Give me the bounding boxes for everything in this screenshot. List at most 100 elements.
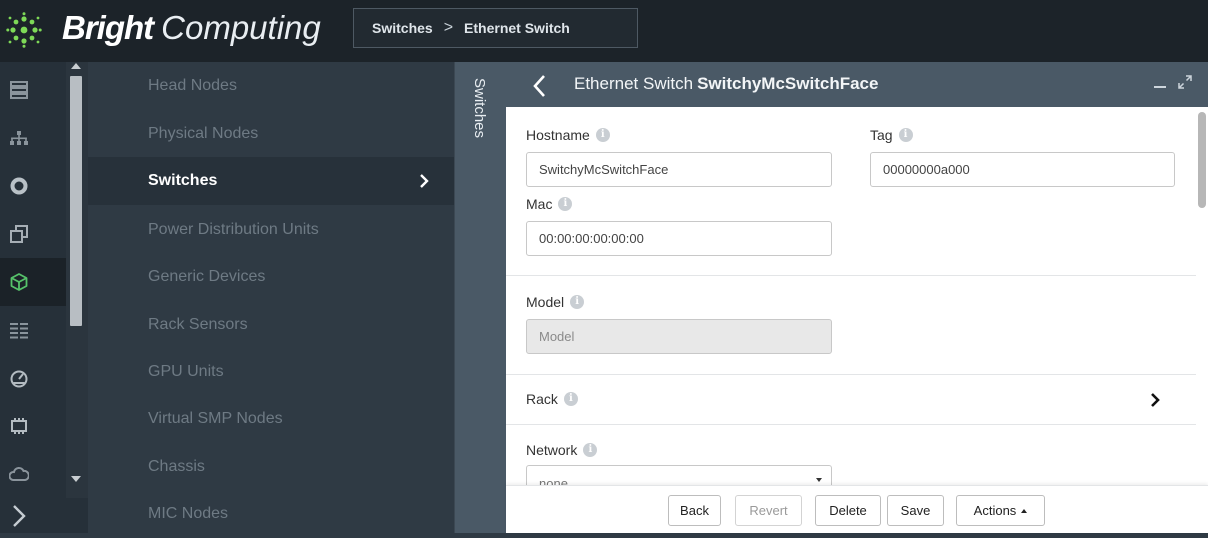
breadcrumb-ethernet-switch[interactable]: Ethernet Switch [464,20,570,36]
menu-item-physical-nodes[interactable]: Physical Nodes [88,110,454,158]
model-field: Model [526,319,832,354]
rail-scrollbar[interactable] [66,62,88,502]
model-placeholder: Model [539,329,575,344]
menu-item-label: Chassis [148,458,205,475]
network-label: Network i [526,442,598,458]
menu-item-switches[interactable]: Switches [88,157,454,205]
chip-icon [11,418,27,434]
mac-value: 00:00:00:00:00:00 [539,231,644,246]
mac-field[interactable]: 00:00:00:00:00:00 [526,221,832,256]
info-icon[interactable]: i [558,197,573,211]
tag-value: 00000000a000 [883,162,970,177]
chevron-right-icon[interactable] [1150,392,1160,408]
section-divider [506,275,1196,276]
panel-title-prefix: Ethernet Switch [574,74,694,93]
vertical-tab-label: Switches [471,78,488,139]
rail-item-monitoring[interactable] [0,354,66,402]
hostname-field[interactable]: SwitchyMcSwitchFace [526,152,832,187]
save-button[interactable]: Save [887,495,944,526]
bright-logo-icon [6,12,42,48]
chevron-right-icon [420,174,429,188]
breadcrumb: Switches > Ethernet Switch [353,8,638,48]
top-bar: Bright Computing Switches > Ethernet Swi… [0,0,1208,62]
info-icon[interactable]: i [570,295,585,309]
info-icon[interactable]: i [595,128,610,142]
menu-item-label: Power Distribution Units [148,221,319,238]
menu-item-label: Virtual SMP Nodes [148,410,283,427]
panel-title: Ethernet Switch SwitchyMcSwitchFace [574,74,878,94]
switches-vertical-tab[interactable]: Switches [454,62,506,533]
rail-item-chip[interactable] [0,402,66,450]
icon-rail [0,62,66,533]
menu-item-label: MIC Nodes [148,505,229,522]
rack-row[interactable]: Rack i [506,375,1196,424]
disc-icon [10,177,28,195]
rail-item-devices[interactable] [0,258,66,306]
delete-button[interactable]: Delete [815,495,881,526]
rail-item-copies[interactable] [0,210,66,258]
info-icon[interactable]: i [898,128,913,142]
rail-scroll-thumb[interactable] [70,76,82,326]
menu-item-gpu-units[interactable]: GPU Units [88,348,454,396]
menu-item-label: Rack Sensors [148,316,248,333]
tag-label-text: Tag [870,127,893,143]
panel-footer: Back Revert Delete Save Actions [506,485,1208,533]
menu-item-label: GPU Units [148,363,224,380]
tag-label: Tag i [870,127,913,143]
brand-bold-text: Bright [62,9,154,46]
menu-item-power-distribution-units[interactable]: Power Distribution Units [88,206,454,254]
hostname-value: SwitchyMcSwitchFace [539,162,669,177]
menu-item-label: Switches [148,172,218,189]
menu-item-generic-devices[interactable]: Generic Devices [88,253,454,301]
hostname-label: Hostname i [526,127,610,143]
minimize-icon[interactable] [1154,86,1166,88]
revert-button[interactable]: Revert [735,495,802,526]
cloud-icon [9,466,29,481]
back-chevron-icon[interactable] [532,74,546,98]
brand-name: Bright Computing [62,9,321,49]
menu-item-label: Generic Devices [148,268,266,285]
breadcrumb-separator: > [443,19,454,36]
expand-icon[interactable] [1178,75,1192,89]
menu-item-head-nodes[interactable]: Head Nodes [88,62,454,110]
menu-item-virtual-smp-nodes[interactable]: Virtual SMP Nodes [88,395,454,443]
menu-item-label: Head Nodes [148,77,237,94]
model-label-text: Model [526,294,565,310]
scroll-down-arrow-icon[interactable] [71,476,81,482]
rail-expand-button[interactable] [0,498,88,533]
rack-label: Rack i [526,391,578,407]
panel-scroll-thumb[interactable] [1198,112,1206,208]
menu-item-label: Physical Nodes [148,125,259,142]
rail-item-network[interactable] [0,114,66,162]
breadcrumb-switches[interactable]: Switches [372,20,433,36]
back-button[interactable]: Back [668,495,721,526]
info-icon[interactable]: i [563,392,578,406]
info-icon[interactable]: i [583,443,598,457]
menu-item-mic-nodes[interactable]: MIC Nodes [88,490,454,538]
panel-title-name: SwitchyMcSwitchFace [697,74,879,93]
menu-item-chassis[interactable]: Chassis [88,443,454,491]
chevron-right-icon [13,504,26,527]
network-label-text: Network [526,442,578,458]
cube-icon [10,273,28,291]
rail-item-servers[interactable] [0,66,66,114]
rack-label-text: Rack [526,391,558,407]
switch-detail-panel: Ethernet Switch SwitchyMcSwitchFace Hostn… [506,62,1208,533]
gauge-icon [10,370,28,388]
network-selected-value: none [539,476,568,485]
rail-item-storage[interactable] [0,162,66,210]
brand-light-text: Computing [161,9,321,46]
scroll-up-arrow-icon[interactable] [71,63,81,69]
menu-item-rack-sensors[interactable]: Rack Sensors [88,301,454,349]
network-select[interactable]: none [526,465,832,485]
actions-button[interactable]: Actions [956,495,1045,526]
columns-list-icon [10,323,28,339]
tag-field[interactable]: 00000000a000 [870,152,1175,187]
actions-label: Actions [973,503,1017,518]
dropdown-arrow-icon[interactable] [816,478,822,482]
rail-item-cloud[interactable] [0,450,66,498]
panel-scrollbar[interactable] [1196,107,1208,487]
caret-up-icon [1021,508,1028,513]
rail-item-columns[interactable] [0,306,66,354]
network-tree-icon [10,131,28,145]
